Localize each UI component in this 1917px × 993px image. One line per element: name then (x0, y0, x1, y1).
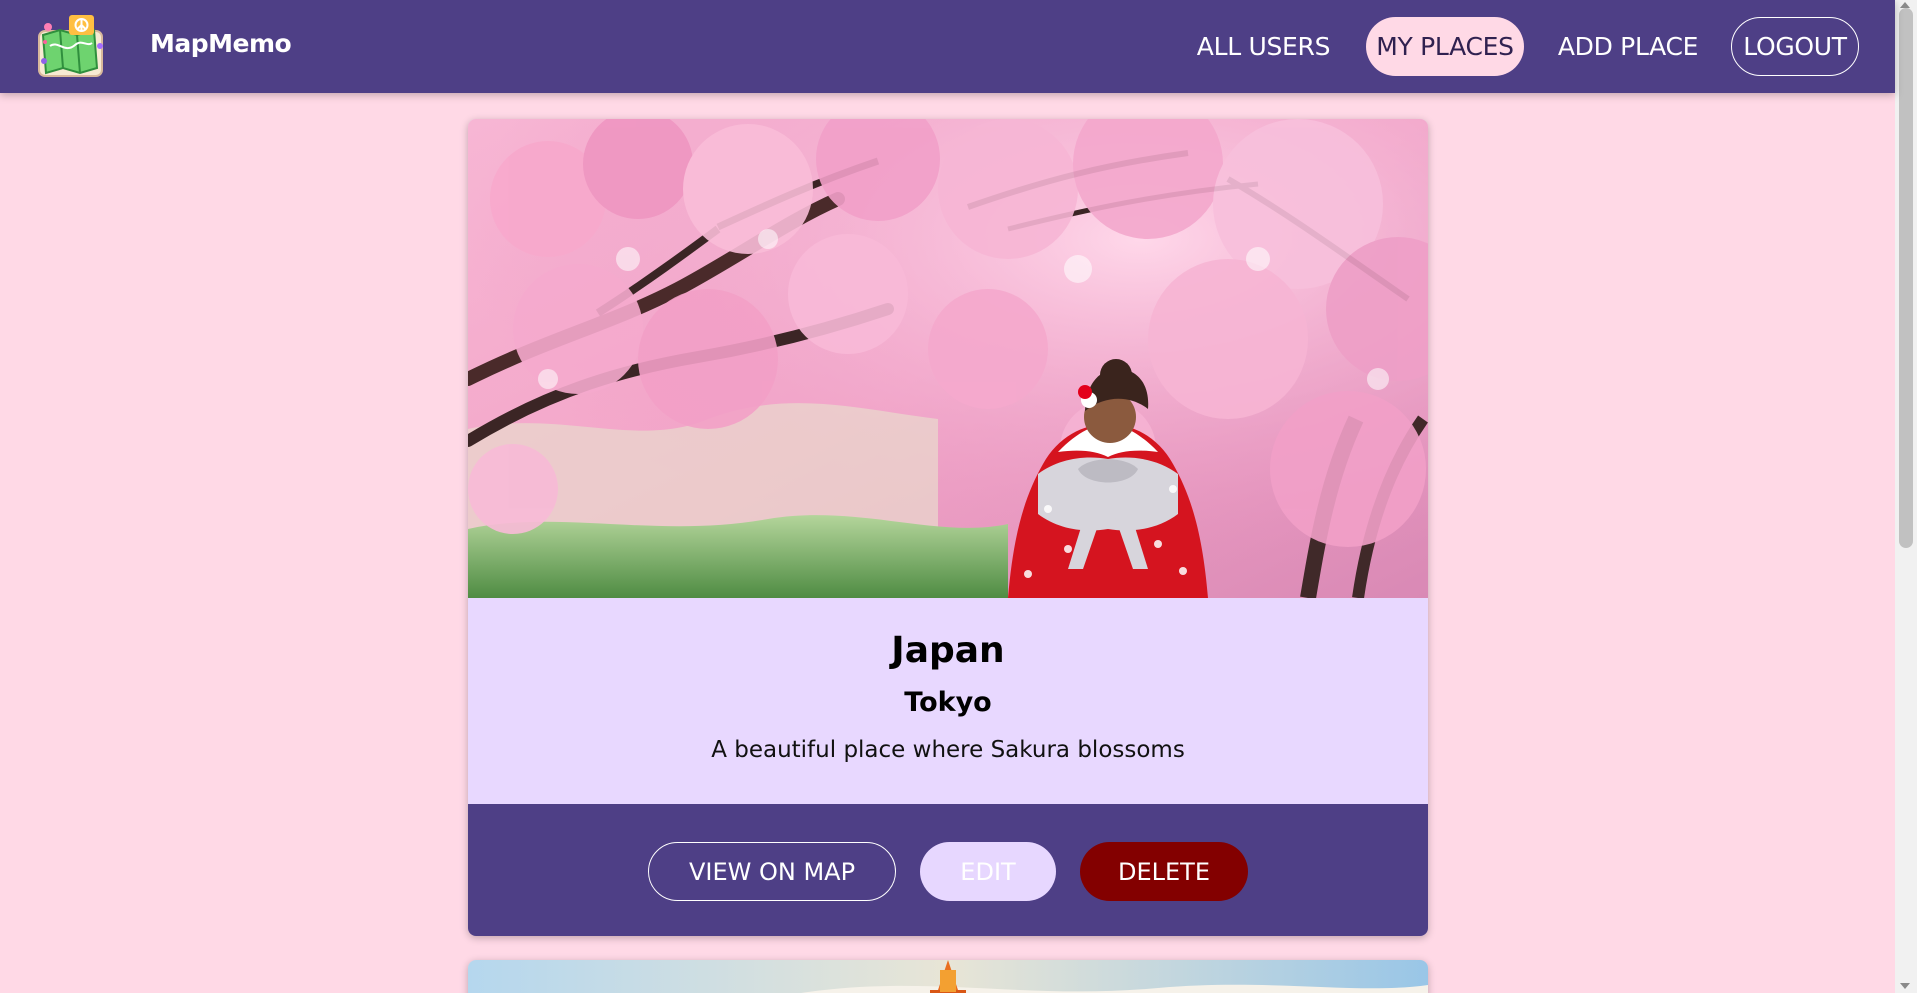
vertical-scrollbar[interactable] (1895, 0, 1917, 993)
scroll-down-icon[interactable] (1900, 983, 1910, 989)
place-title: Japan (891, 630, 1005, 671)
app-window: MapMemo ALL USERS MY PLACES ADD PLACE LO… (0, 0, 1917, 993)
place-description: A beautiful place where Sakura blossoms (711, 737, 1185, 763)
app-brand-name[interactable]: MapMemo (150, 29, 292, 58)
nav-my-places[interactable]: MY PLACES (1366, 17, 1524, 76)
place-info: Japan Tokyo A beautiful place where Saku… (468, 598, 1428, 804)
logout-button[interactable]: LOGOUT (1731, 17, 1859, 76)
sakura-kimono-photo-icon (468, 119, 1428, 598)
delete-button[interactable]: DELETE (1080, 842, 1248, 901)
place-actions: VIEW ON MAP EDIT DELETE (468, 804, 1428, 936)
next-place-card (468, 960, 1428, 993)
nav-all-users[interactable]: ALL USERS (1186, 17, 1341, 76)
view-on-map-button[interactable]: VIEW ON MAP (648, 842, 896, 901)
map-memo-logo-icon[interactable] (34, 12, 108, 80)
place-card: Japan Tokyo A beautiful place where Saku… (468, 119, 1428, 936)
tower-skyline-photo-icon (468, 960, 1428, 993)
nav-add-place[interactable]: ADD PLACE (1553, 17, 1703, 76)
scrollbar-thumb[interactable] (1899, 8, 1913, 548)
edit-button[interactable]: EDIT (920, 842, 1056, 901)
top-navigation-bar: MapMemo ALL USERS MY PLACES ADD PLACE LO… (0, 0, 1895, 93)
place-address: Tokyo (904, 687, 992, 718)
